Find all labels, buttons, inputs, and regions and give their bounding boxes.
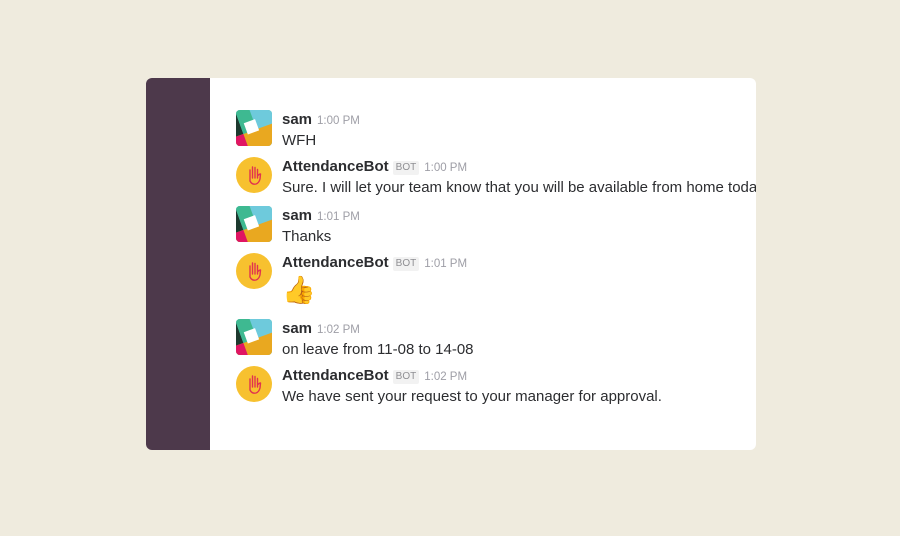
author-name[interactable]: AttendanceBot bbox=[282, 254, 389, 271]
slack-logo-icon[interactable] bbox=[236, 319, 272, 355]
message-text: Sure. I will let your team know that you… bbox=[282, 179, 756, 196]
bot-badge: BOT bbox=[392, 161, 420, 175]
timestamp[interactable]: 1:02 PM bbox=[317, 324, 360, 336]
author-name[interactable]: sam bbox=[282, 111, 312, 128]
timestamp[interactable]: 1:01 PM bbox=[424, 258, 467, 270]
chat-window: sam 1:00 PM WFH AttendanceBot BOT 1:00 PM bbox=[146, 78, 756, 450]
raised-hand-icon[interactable] bbox=[236, 366, 272, 402]
author-name[interactable]: AttendanceBot bbox=[282, 158, 389, 175]
author-name[interactable]: sam bbox=[282, 207, 312, 224]
author-name[interactable]: sam bbox=[282, 320, 312, 337]
timestamp[interactable]: 1:00 PM bbox=[424, 162, 467, 174]
timestamp[interactable]: 1:00 PM bbox=[317, 115, 360, 127]
message-text: Thanks bbox=[282, 228, 332, 245]
timestamp[interactable]: 1:02 PM bbox=[424, 371, 467, 383]
timestamp[interactable]: 1:01 PM bbox=[317, 211, 360, 223]
raised-hand-icon[interactable] bbox=[236, 157, 272, 193]
slack-logo-icon[interactable] bbox=[236, 110, 272, 146]
sidebar bbox=[146, 78, 210, 450]
bot-badge: BOT bbox=[392, 370, 420, 384]
thumbs-up-emoji: 👍 bbox=[282, 275, 316, 305]
message-text: WFH bbox=[282, 132, 317, 149]
message-text: on leave from 11-08 to 14-08 bbox=[282, 341, 474, 358]
bot-badge: BOT bbox=[392, 257, 420, 271]
slack-logo-icon[interactable] bbox=[236, 206, 272, 242]
raised-hand-icon[interactable] bbox=[236, 253, 272, 289]
author-name[interactable]: AttendanceBot bbox=[282, 367, 389, 384]
message-text: We have sent your request to your manage… bbox=[282, 388, 662, 405]
